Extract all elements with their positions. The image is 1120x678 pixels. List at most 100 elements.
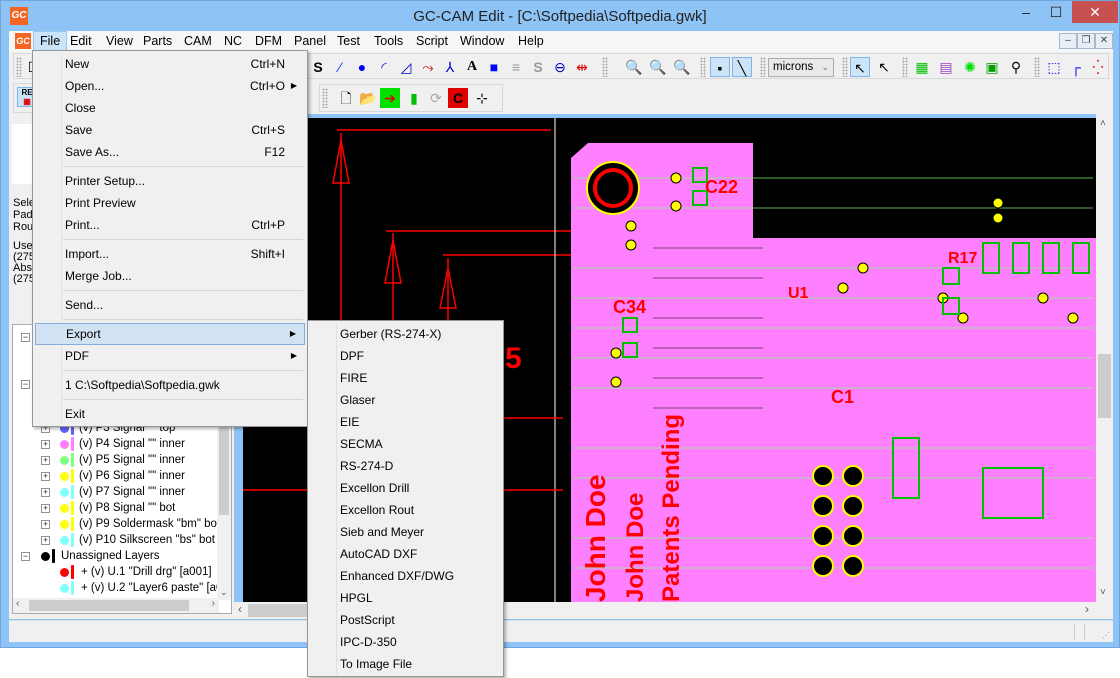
corner-icon[interactable]: ◿ (396, 57, 416, 77)
scroll-right-icon[interactable]: › (212, 598, 215, 609)
menu-window[interactable]: Window (454, 31, 510, 52)
file-menu-item-send[interactable]: Send... (35, 294, 305, 316)
resize-grip-icon[interactable]: ⋰ (1102, 631, 1110, 640)
scroll-down-icon[interactable]: ˅ (1100, 587, 1106, 598)
expand-icon[interactable]: + (41, 504, 50, 513)
zoom-layers-3-icon[interactable]: 🔍 (672, 57, 692, 77)
collapse-icon[interactable]: − (21, 333, 30, 342)
file-menu-item-save-as[interactable]: Save As... F12 (35, 141, 305, 163)
collapse-icon[interactable]: − (21, 380, 30, 389)
corner-mark-icon[interactable]: ┌ (1066, 57, 1086, 77)
mdi-close-button[interactable]: ✕ (1095, 33, 1113, 49)
menu-script[interactable]: Script (410, 31, 454, 52)
file-menu-item-save[interactable]: Save Ctrl+S (35, 119, 305, 141)
select-arrow-icon[interactable]: ↖ (850, 57, 870, 77)
menu-dfm[interactable]: DFM (249, 31, 288, 52)
expand-icon[interactable]: + (41, 472, 50, 481)
s-bold-icon[interactable]: S (308, 57, 328, 77)
export-menu-item-excellon-drill[interactable]: Excellon Drill (310, 477, 501, 499)
file-menu-item-export[interactable]: Export ▶ (35, 323, 305, 345)
mdi-minimize-button[interactable]: ‒ (1059, 33, 1077, 49)
text-icon[interactable]: A (462, 57, 482, 77)
maximize-button[interactable]: ☐ (1041, 1, 1071, 23)
red-c-icon[interactable]: C (448, 88, 468, 108)
file-menu-item-new[interactable]: New Ctrl+N (35, 53, 305, 75)
menu-test[interactable]: Test (331, 31, 366, 52)
expand-icon[interactable]: + (41, 440, 50, 449)
grid-green-icon[interactable]: ▦ (912, 57, 932, 77)
rotate-icon[interactable]: ⟳ (426, 88, 446, 108)
toolbar-grip[interactable] (700, 57, 706, 77)
arc-icon[interactable]: ◜ (374, 57, 394, 77)
export-menu-item-gerber-rs-274-x[interactable]: Gerber (RS-274-X) (310, 323, 501, 345)
dashed-rect-icon[interactable]: ⬚ (1044, 57, 1064, 77)
folder-open-icon[interactable]: 📂 (358, 88, 378, 108)
toolbar-grip[interactable] (16, 57, 22, 77)
toolbar-grip[interactable] (322, 88, 328, 108)
frame-icon[interactable]: ▣ (982, 57, 1002, 77)
tree-hscroll-thumb[interactable] (29, 600, 189, 611)
canvas-vscrollbar[interactable]: ˄ ˅ (1096, 114, 1113, 602)
export-menu-item-fire[interactable]: FIRE (310, 367, 501, 389)
export-menu-item-autocad-dxf[interactable]: AutoCAD DXF (310, 543, 501, 565)
toolbar-grip[interactable] (902, 57, 908, 77)
export-menu-item-to-image-file[interactable]: To Image File (310, 653, 501, 675)
expand-icon[interactable]: + (41, 488, 50, 497)
array-icon[interactable]: ⁛ (1088, 57, 1108, 77)
junction-icon[interactable]: ⅄ (440, 57, 460, 77)
unassigned-layer-row[interactable]: + (v) U.2 "Layer6 paste" [a0. (13, 580, 226, 596)
mdi-doc-icon[interactable]: GC (15, 33, 31, 49)
mdi-restore-button[interactable]: ❐ (1077, 33, 1095, 49)
point-snap-icon[interactable]: ▪ (710, 57, 730, 77)
file-menu-item-printer-setup[interactable]: Printer Setup... (35, 170, 305, 192)
menu-help[interactable]: Help (512, 31, 550, 52)
export-menu-item-dpf[interactable]: DPF (310, 345, 501, 367)
menu-panel[interactable]: Panel (288, 31, 332, 52)
zoom-layers-2-icon[interactable]: 🔍 (648, 57, 668, 77)
export-menu-item-secma[interactable]: SECMA (310, 433, 501, 455)
toolbar-grip[interactable] (1034, 57, 1040, 77)
layer-row[interactable]: + (v) P9 Soldermask "bm" bot (13, 516, 220, 532)
scroll-left-icon[interactable]: ‹ (238, 602, 242, 616)
file-menu-item-exit[interactable]: Exit (35, 403, 305, 425)
layer-row[interactable]: + (v) P8 Signal "" bot (13, 500, 219, 516)
toolbar-grip[interactable] (602, 57, 608, 77)
toolbar-grip[interactable] (842, 57, 848, 77)
pencil-icon[interactable]: ⁄ (330, 57, 350, 77)
import-arrow-icon[interactable]: ➔ (380, 88, 400, 108)
export-menu-item-postscript[interactable]: PostScript (310, 609, 501, 631)
file-menu-item-print[interactable]: Print... Ctrl+P (35, 214, 305, 236)
menu-parts[interactable]: Parts (137, 31, 178, 52)
menu-file[interactable]: File (33, 31, 68, 52)
scroll-left-icon[interactable]: ‹ (16, 598, 19, 609)
export-menu-item-excellon-rout[interactable]: Excellon Rout (310, 499, 501, 521)
circle-icon[interactable]: ⊖ (550, 57, 570, 77)
grid-pink-icon[interactable]: ▤ (936, 57, 956, 77)
export-menu-item-eie[interactable]: EIE (310, 411, 501, 433)
file-menu-item-merge-job[interactable]: Merge Job... (35, 265, 305, 287)
scroll-right-icon[interactable]: › (1085, 602, 1089, 616)
close-button[interactable]: ✕ (1072, 1, 1118, 23)
menu-edit[interactable]: Edit (64, 31, 98, 52)
menu-view[interactable]: View (100, 31, 139, 52)
layer-row[interactable]: + (v) P4 Signal "" inner (13, 436, 219, 452)
file-menu-item-open[interactable]: Open... Ctrl+O ▶ (35, 75, 305, 97)
doc-new-icon[interactable]: 🗋 (336, 88, 356, 108)
trace-icon[interactable]: ⤳ (418, 57, 438, 77)
tree-hscrollbar[interactable]: ‹ › (13, 598, 219, 613)
layer-row[interactable]: + (v) P5 Signal "" inner (13, 452, 219, 468)
export-menu-item-sieb-and-meyer[interactable]: Sieb and Meyer (310, 521, 501, 543)
find-icon[interactable]: ⚲ (1006, 57, 1026, 77)
file-menu-item-import[interactable]: Import... Shift+I (35, 243, 305, 265)
export-menu-item-enhanced-dxf-dwg[interactable]: Enhanced DXF/DWG (310, 565, 501, 587)
select-list-icon[interactable]: ↖ (874, 57, 894, 77)
layer-row[interactable]: + (v) P10 Silkscreen "bs" bot (13, 532, 219, 548)
line-snap-icon[interactable]: ╲ (732, 57, 752, 77)
menu-tools[interactable]: Tools (368, 31, 409, 52)
layer-row[interactable]: + (v) P7 Signal "" inner (13, 484, 219, 500)
scroll-up-icon[interactable]: ˄ (1100, 118, 1106, 129)
unassigned-layer-row[interactable]: + (v) U.1 "Drill drg" [a001] (13, 564, 219, 580)
export-menu-item-glaser[interactable]: Glaser (310, 389, 501, 411)
layer-row[interactable]: + (v) P6 Signal "" inner (13, 468, 219, 484)
file-menu-item-1-c-softpedia-softpedia-gwk[interactable]: 1 C:\Softpedia\Softpedia.gwk (35, 374, 305, 396)
